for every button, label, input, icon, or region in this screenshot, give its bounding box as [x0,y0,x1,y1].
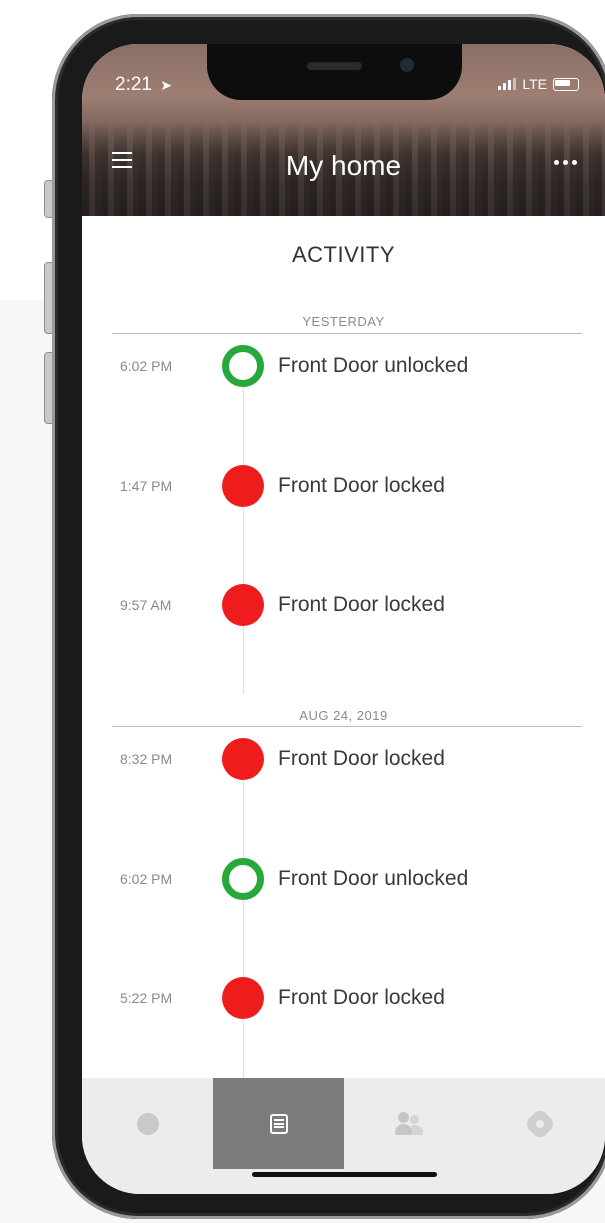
tab-home[interactable] [82,1078,213,1169]
phone-screen: 2:21 ➤ LTE My home ACTIVITY YESTERDAY 6:… [82,44,605,1194]
timeline-line [243,364,244,694]
activity-item[interactable]: 5:22 PM Front Door locked [82,977,605,1021]
activity-item-text: Front Door locked [278,593,445,616]
locked-status-icon [222,584,264,626]
activity-item-text: Front Door unlocked [278,867,469,890]
tab-users[interactable] [344,1078,475,1169]
carrier-label: LTE [522,76,547,92]
activity-item-time: 6:02 PM [120,358,173,374]
home-dot-icon [136,1112,159,1135]
activity-item-text: Front Door locked [278,986,445,1009]
activity-item-time: 6:02 PM [120,871,173,887]
section-divider [112,333,582,334]
activity-title: ACTIVITY [291,242,395,267]
phone-notch [207,44,462,100]
signal-bars-icon [498,78,517,90]
front-camera [400,58,414,72]
more-horizontal-icon[interactable] [554,160,577,165]
locked-status-icon [222,738,264,780]
activity-item-text: Front Door locked [278,474,445,497]
home-indicator[interactable] [252,1172,437,1177]
tab-activity[interactable] [213,1078,344,1169]
activity-item[interactable]: 8:32 PM Front Door locked [82,738,605,782]
unlocked-status-icon [222,345,264,387]
section-label-date: AUG 24, 2019 [299,708,388,723]
page-title: My home [285,150,402,181]
header-banner: 2:21 ➤ LTE My home [82,44,605,216]
tab-settings[interactable] [474,1078,605,1169]
status-time-text: 2:21 [115,74,152,95]
section-label-yesterday: YESTERDAY [302,314,385,329]
activity-item-time: 1:47 PM [120,478,173,494]
activity-item[interactable]: 6:02 PM Front Door unlocked [82,345,605,389]
activity-item[interactable]: 9:57 AM Front Door locked [82,584,605,628]
locked-status-icon [222,977,264,1019]
settings-gear-icon [529,1113,550,1134]
activity-item-time: 9:57 AM [120,597,172,613]
activity-item-time: 5:22 PM [120,990,173,1006]
status-indicators: LTE [498,76,579,92]
timeline-line [243,758,244,1078]
activity-item[interactable]: 6:02 PM Front Door unlocked [82,858,605,902]
status-time: 2:21 ➤ [115,74,172,96]
activity-item-text: Front Door locked [278,747,445,770]
unlocked-status-icon [222,858,264,900]
activity-item[interactable]: 1:47 PM Front Door locked [82,465,605,509]
activity-item-text: Front Door unlocked [278,354,469,377]
speaker-grille [307,62,362,70]
location-arrow-icon: ➤ [160,77,172,93]
users-icon [394,1111,425,1136]
section-divider [112,726,582,727]
activity-item-time: 8:32 PM [120,751,173,767]
locked-status-icon [222,465,264,507]
activity-list-icon [269,1113,288,1134]
battery-icon [553,77,579,91]
